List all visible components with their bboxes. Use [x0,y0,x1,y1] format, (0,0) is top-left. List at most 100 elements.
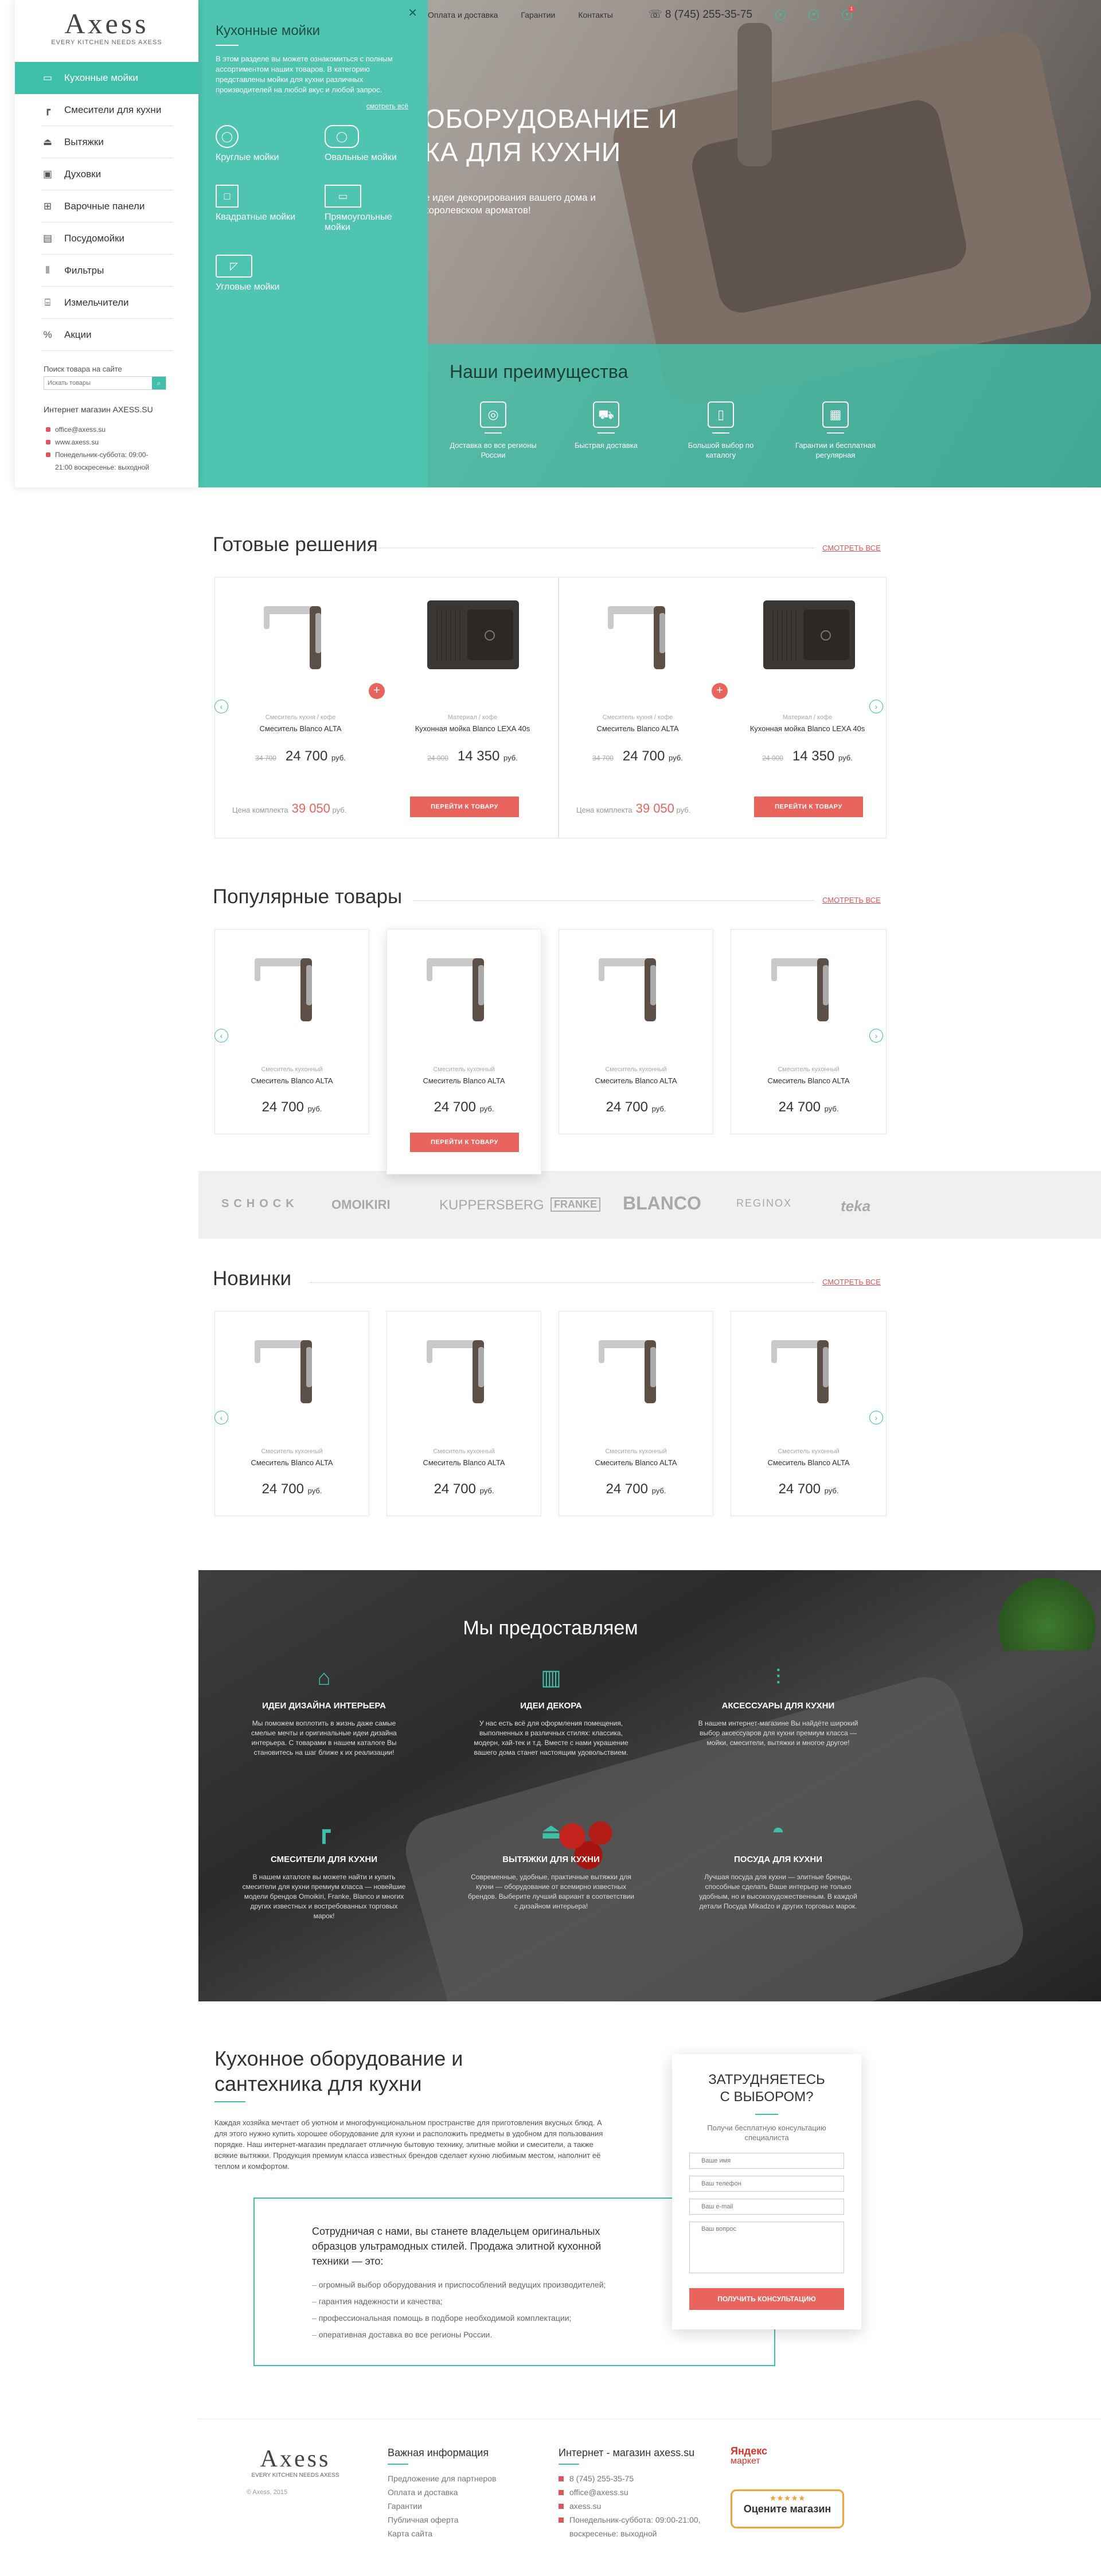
footer-logo-wordmark: Axess [260,2446,331,2472]
submenu-item-label: Круглые мойки [216,153,279,162]
footer-site[interactable]: axess.su [559,2499,713,2513]
nav-payment-link[interactable]: Оплата и доставка [428,10,498,19]
product-name[interactable]: Смеситель Blanco ALTA [559,1076,713,1085]
product-image[interactable] [421,1334,507,1403]
product-image[interactable] [766,1334,852,1403]
submenu-more-link[interactable]: смотреть всё [216,102,408,110]
footer-link-offer[interactable]: Публичная оферта [388,2513,496,2527]
product-image[interactable] [258,600,344,669]
brand-logo-franke[interactable]: FRANKE [550,1197,600,1212]
submenu-item-square[interactable]: □ Квадратные мойки [216,185,325,233]
price-value: 24 700 [606,1099,648,1115]
sidebar-item-sinks[interactable]: ▭ Кухонные мойки [15,62,198,94]
search-input[interactable] [44,377,152,389]
footer-link-payment[interactable]: Оплата и доставка [388,2485,496,2499]
user-icon[interactable]: ● [775,9,786,20]
product-name[interactable]: Смеситель Blanco ALTA [731,1076,886,1085]
product-image[interactable] [427,600,519,669]
product-image[interactable] [602,600,688,669]
product-name[interactable]: Смеситель Blanco ALTA [559,1458,713,1467]
ready-more-link[interactable]: СМОТРЕТЬ ВСЕ [822,544,881,552]
search-button[interactable]: ⌕ [152,377,166,389]
popular-more-link[interactable]: СМОТРЕТЬ ВСЕ [822,896,881,904]
footer-link-sitemap[interactable]: Карта сайта [388,2527,496,2540]
popular-next-arrow[interactable]: › [869,1029,883,1043]
nav-contacts-link[interactable]: Контакты [578,10,612,19]
submenu-item-corner[interactable]: ◸ Угловые мойки [216,255,325,292]
sidebar-item-faucets[interactable]: ┏ Смесители для кухни [15,94,198,126]
go-to-product-button[interactable]: ПЕРЕЙТИ К ТОВАРУ [754,797,863,817]
product-name[interactable]: Смеситель Blanco ALTA [731,1458,886,1467]
nav-warranty-link[interactable]: Гарантии [521,10,555,19]
yandex-market-widget[interactable]: Яндекс маркет ★★★★★ Оцените магазин [731,2446,845,2532]
currency: руб. [824,1104,839,1113]
brand-logo-omoikiri[interactable]: OMOIKIRI [331,1197,391,1212]
favorites-icon[interactable]: ♥ [809,9,819,20]
email-field[interactable] [689,2199,844,2215]
form-title-line: С ВЫБОРОМ? [720,2089,814,2105]
footer-email[interactable]: office@axess.su [559,2485,713,2499]
brand-logo-teka[interactable]: teka [841,1197,870,1215]
product-name[interactable]: Смеситель Blanco ALTA [559,724,716,733]
product-name[interactable]: Смеситель Blanco ALTA [215,1076,369,1085]
sidebar-item-label: Духовки [64,169,101,179]
brand-logo-kuppersberg[interactable]: KUPPERSBERG [439,1197,544,1213]
sidebar-item-dishwashers[interactable]: ▤ Посудомойки [15,223,198,255]
footer: Axess EVERY KITCHEN NEEDS AXESS © Axess,… [198,2419,1101,2576]
product-name[interactable]: Смеситель Blanco ALTA [215,724,386,733]
cart-icon[interactable]: ▾ 1 [842,5,855,20]
product-name[interactable]: Смеситель Blanco ALTA [387,1458,541,1467]
footer-logo[interactable]: Axess EVERY KITCHEN NEEDS AXESS © Axess,… [247,2446,344,2496]
sidebar-item-hoods[interactable]: ⏏ Вытяжки [15,126,198,158]
sidebar-item-filters[interactable]: ⫴ Фильтры [15,255,198,287]
question-field[interactable] [689,2222,844,2273]
footer-link-warranty[interactable]: Гарантии [388,2499,496,2513]
currency: руб. [503,754,518,762]
price-value: 24 700 [261,1481,304,1497]
product-image[interactable] [249,953,335,1021]
product-image[interactable] [593,953,679,1021]
phone-field[interactable] [689,2176,844,2192]
brand-logo-schock[interactable]: SCHOCK [221,1197,299,1211]
sidebar-item-sales[interactable]: % Акции [15,319,198,351]
product-name[interactable]: Кухонная мойка Blanco LEXA 40s [387,724,558,733]
product-image[interactable] [249,1334,335,1403]
close-icon[interactable]: ✕ [408,6,417,20]
site-contact[interactable]: www.axess.su [46,436,161,448]
logo[interactable]: Axess EVERY KITCHEN NEEDS AXESS [49,8,164,46]
name-field[interactable] [689,2153,844,2169]
new-prev-arrow[interactable]: ‹ [214,1411,228,1424]
rate-shop-button[interactable]: ★★★★★ Оцените магазин [731,2489,844,2528]
phone-number[interactable]: ☏ 8 (745) 255-35-75 [649,8,752,21]
faucet-icon: ┏ [317,1820,331,1844]
footer-link-partners[interactable]: Предложение для партнеров [388,2472,496,2485]
sidebar-item-ovens[interactable]: ▣ Духовки [15,158,198,190]
sidebar-item-cooktops[interactable]: ⊞ Варочные панели [15,190,198,223]
product-name[interactable]: Смеситель Blanco ALTA [387,1076,541,1085]
email-contact[interactable]: office@axess.su [46,423,161,436]
currency: руб. [307,1486,322,1495]
go-to-product-button[interactable]: ПЕРЕЙТИ К ТОВАРУ [410,797,519,817]
dishes-icon: ◓ [771,1820,785,1844]
brand-logo-blanco[interactable]: BLANCO [623,1193,701,1214]
new-more-link[interactable]: СМОТРЕТЬ ВСЕ [822,1278,881,1286]
product-image[interactable] [421,953,507,1021]
new-next-arrow[interactable]: › [869,1411,883,1424]
product-image[interactable] [763,600,855,669]
sidebar-item-grinders[interactable]: ⌸ Измельчители [15,287,198,319]
product-name[interactable]: Смеситель Blanco ALTA [215,1458,369,1467]
popular-prev-arrow[interactable]: ‹ [214,1029,228,1043]
product-image[interactable] [593,1334,679,1403]
product-image[interactable] [766,953,852,1021]
submenu-item-oval[interactable]: ◯ Овальные мойки [325,125,416,163]
submenu-item-rect[interactable]: ▭ Прямоугольные мойки [325,185,416,233]
ready-next-arrow[interactable]: › [869,700,883,713]
footer-phone[interactable]: 8 (745) 255-35-75 [559,2472,713,2485]
product-name[interactable]: Кухонная мойка Blanco LEXA 40s [729,724,886,733]
submenu-item-round[interactable]: ◯ Круглые мойки [216,125,325,163]
go-to-product-button[interactable]: ПЕРЕЙТИ К ТОВАРУ [410,1133,519,1152]
ready-prev-arrow[interactable]: ‹ [214,700,228,713]
get-consultation-button[interactable]: ПОЛУЧИТЬ КОНСУЛЬТАЦИЮ [689,2288,844,2310]
brand-logo-reginox[interactable]: REGINOX [736,1197,792,1209]
product-card-hovered: Смеситель кухонный Смеситель Blanco ALTA… [386,929,541,1174]
